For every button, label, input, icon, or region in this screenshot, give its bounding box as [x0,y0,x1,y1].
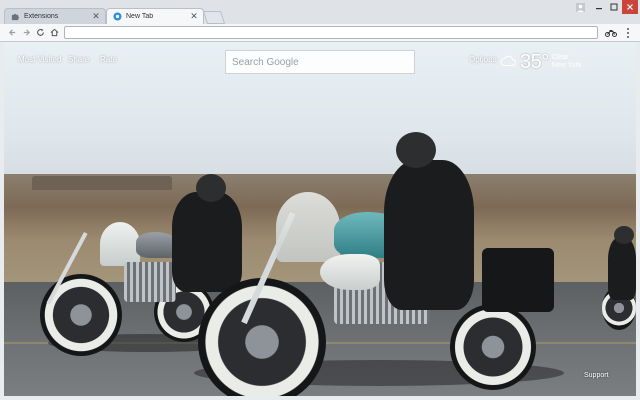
tab-new-tab-label: New Tab [126,13,154,20]
reload-icon[interactable] [34,26,46,39]
weather-temperature: 35° [520,50,549,73]
tab-new-tab-close-icon[interactable]: ✕ [189,11,199,22]
share-link[interactable]: Share [68,55,89,64]
new-tab-page: Most Visited Share Rate Options 35° Clea… [4,42,636,396]
motorcycle-extension-icon[interactable] [604,27,617,39]
options-link[interactable]: Options [469,55,497,64]
new-tab-top-bar: Most Visited Share Rate Options 35° Clea… [4,42,636,82]
tab-strip: Extensions ✕ New Tab ✕ [0,0,640,24]
home-icon[interactable] [48,26,60,39]
support-link[interactable]: Support [584,372,609,379]
browser-window: Extensions ✕ New Tab ✕ Most Visited Shar… [0,0,640,400]
forward-icon[interactable] [20,26,32,39]
address-bar[interactable] [64,26,598,39]
tab-extensions-close-icon[interactable]: ✕ [91,11,101,22]
browser-toolbar [0,24,640,42]
maximize-icon[interactable] [607,0,621,14]
background-photo [4,42,636,396]
new-tab-button[interactable] [202,11,226,24]
puzzle-icon [11,12,20,21]
back-icon[interactable] [6,26,18,39]
most-visited-link[interactable]: Most Visited [18,55,61,64]
tab-extensions[interactable]: Extensions ✕ [4,8,106,24]
close-window-icon[interactable] [622,0,638,14]
weather-details: Clear New York [552,54,582,70]
cloud-icon [500,53,516,71]
weather-widget[interactable]: 35° Clear New York [500,50,581,74]
search-input[interactable] [225,50,415,74]
minimize-icon[interactable] [592,0,606,14]
weather-condition: Clear [551,54,569,61]
weather-location: New York [551,62,582,69]
tab-extensions-label: Extensions [24,13,59,20]
new-tab-icon [113,12,122,21]
browser-menu-icon[interactable] [624,26,632,40]
user-profile-icon[interactable] [574,0,587,14]
tab-new-tab[interactable]: New Tab ✕ [106,8,204,24]
rate-link[interactable]: Rate [100,55,117,64]
